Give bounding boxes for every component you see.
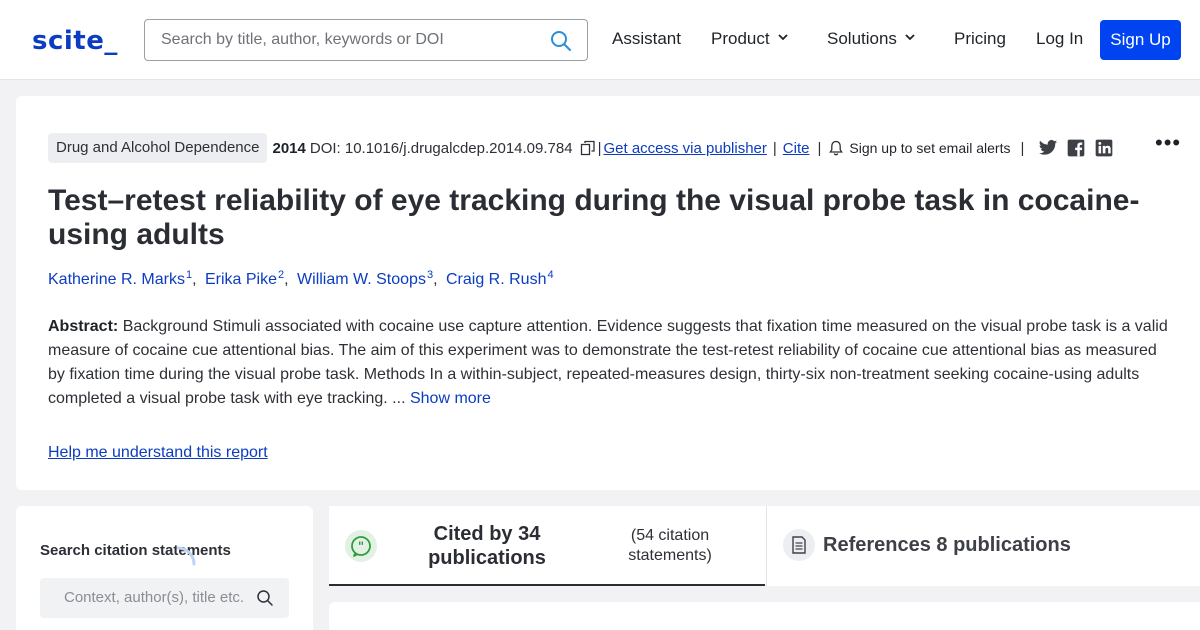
nav-solutions-label: Solutions [827,29,897,48]
search-box[interactable] [144,19,588,61]
publication-year: 2014 [272,139,306,157]
login-link[interactable]: Log In [1036,29,1083,49]
journal-badge[interactable]: Drug and Alcohol Dependence [48,133,268,163]
author-name: Katherine R. Marks [48,271,185,289]
show-more-link[interactable]: Show more [410,390,491,407]
citation-search-title: Search citation statements [40,542,231,559]
author-list: Katherine R. Marks1, Erika Pike2, Willia… [48,269,554,289]
document-icon [783,529,815,561]
paper-card: Drug and Alcohol Dependence 2014 DOI: 10… [16,96,1200,490]
tab-cited-by[interactable]: " Cited by 34 publications (54 citation … [329,506,765,586]
abstract-text: Background Stimuli associated with cocai… [48,318,1168,407]
nav-pricing[interactable]: Pricing [954,29,1006,49]
search-input[interactable] [161,29,541,51]
svg-text:": " [358,540,364,554]
references-label: References 8 publications [823,534,1071,556]
tab-references[interactable]: References 8 publications [766,506,1200,586]
search-icon[interactable] [256,589,274,607]
author-link[interactable]: Craig R. Rush4 [445,269,554,289]
paper-meta-row: Drug and Alcohol Dependence 2014 DOI: 10… [48,133,1114,163]
author-separator: , [284,271,289,289]
citation-search-input[interactable]: Context, author(s), title etc. [40,578,289,618]
author-name: Craig R. Rush [445,271,547,289]
more-options-icon[interactable]: ••• [1155,130,1181,156]
citation-search-panel: Search citation statements Context, auth… [16,506,313,630]
cited-by-label: Cited by 34 publications [428,523,546,569]
doi-text: DOI: 10.1016/j.drugalcdep.2014.09.784 [309,139,573,157]
abstract-label: Abstract: [48,318,119,335]
nav-product[interactable]: Product [711,29,788,49]
separator: | [597,139,602,157]
copy-icon[interactable] [580,140,596,156]
top-navigation-bar: scite_ Assistant Product Solutions Prici… [0,0,1200,80]
paper-title: Test–retest reliability of eye tracking … [48,184,1140,251]
twitter-icon[interactable] [1038,138,1058,158]
separator: | [772,139,777,157]
search-icon[interactable] [549,29,573,53]
bell-icon[interactable] [829,140,844,156]
signup-button[interactable]: Sign Up [1100,20,1181,60]
nav-product-label: Product [711,29,770,48]
email-alert-link[interactable]: Sign up to set email alerts [849,140,1010,156]
cite-link[interactable]: Cite [783,140,810,157]
author-link[interactable]: Katherine R. Marks1 [48,269,192,289]
abstract: Abstract: Background Stimuli associated … [48,315,1173,411]
author-separator: , [433,271,438,289]
linkedin-icon[interactable] [1094,138,1114,158]
citation-list-card [329,602,1200,630]
help-understand-link[interactable]: Help me understand this report [48,444,268,462]
get-access-link[interactable]: Get access via publisher [603,140,766,157]
author-link[interactable]: Erika Pike2 [204,269,284,289]
citation-statements-count: (54 citation statements) [628,527,712,564]
chevron-down-icon [777,34,788,41]
citation-tabs: " Cited by 34 publications (54 citation … [329,506,1200,586]
author-name: William W. Stoops [297,271,426,289]
separator: | [1020,139,1025,157]
nav-assistant[interactable]: Assistant [612,29,681,49]
scite-logo[interactable]: scite_ [32,26,118,56]
quote-bubble-icon: " [345,530,377,562]
nav-solutions[interactable]: Solutions [827,29,915,49]
author-separator: , [192,271,197,289]
chevron-down-icon [905,34,915,41]
author-name: Erika Pike [204,271,277,289]
separator: | [817,139,822,157]
author-affiliation-number: 4 [547,269,554,281]
facebook-icon[interactable] [1066,138,1086,158]
author-link[interactable]: William W. Stoops3 [297,269,433,289]
citation-search-placeholder: Context, author(s), title etc. [64,589,245,606]
